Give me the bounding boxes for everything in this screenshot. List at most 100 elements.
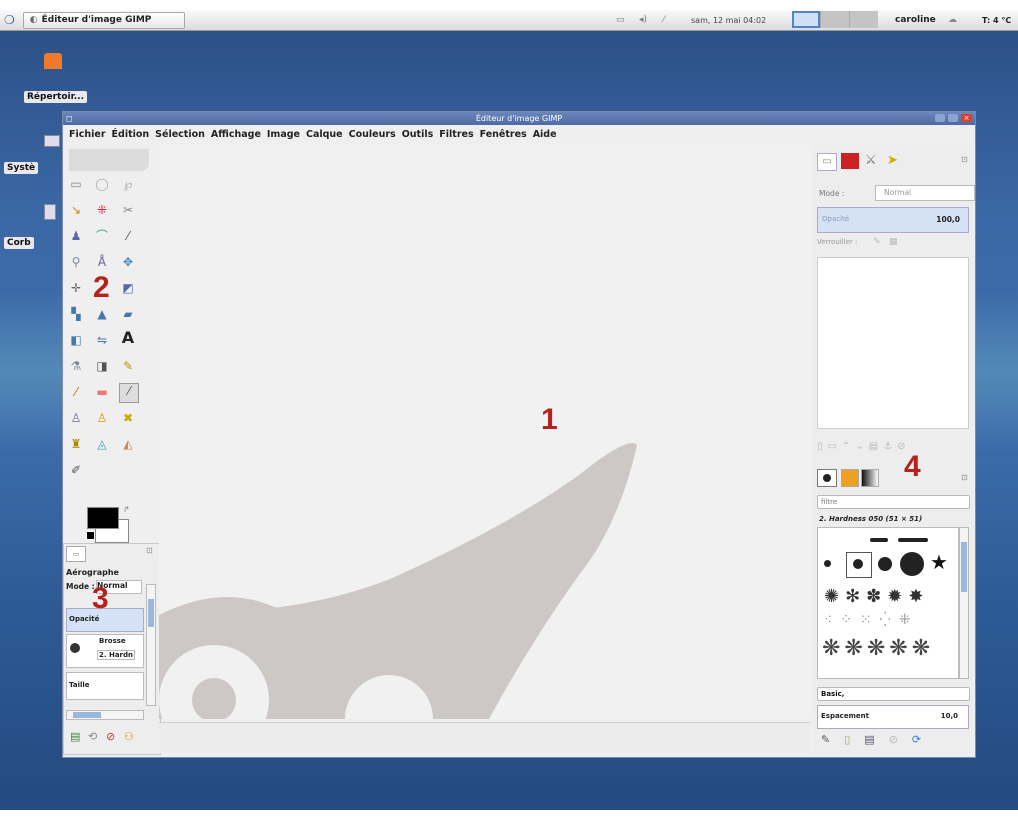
user-name[interactable]: caroline — [895, 15, 936, 25]
tool-ellipse-select[interactable]: ◯ — [95, 177, 109, 191]
lower-layer-icon[interactable]: ⌄ — [855, 441, 868, 452]
network-icon[interactable]: ⁄ — [663, 15, 665, 25]
lock-alpha-icon[interactable]: ▦ — [889, 237, 898, 247]
new-layer-icon[interactable]: ▯ — [817, 441, 828, 452]
paths-tab-icon[interactable]: ⚔ — [865, 153, 877, 168]
tool-perspective[interactable]: ◧ — [69, 333, 83, 347]
workspace-1[interactable] — [792, 11, 820, 28]
brush-item[interactable] — [824, 560, 831, 567]
tool-clone[interactable]: ♙ — [95, 411, 109, 425]
delete-brush-icon[interactable]: ⊘ — [889, 733, 912, 746]
brush-item[interactable] — [900, 552, 924, 576]
edit-brush-icon[interactable]: ✎ — [821, 733, 844, 746]
layers-tab[interactable]: ▭ — [817, 153, 837, 171]
tool-paths[interactable]: ⌒ — [95, 229, 109, 243]
menu-edition[interactable]: Édition — [112, 129, 150, 140]
home-folder-icon[interactable] — [44, 53, 62, 69]
scrollbar-thumb[interactable] — [961, 542, 967, 592]
tool-ink[interactable]: ♙ — [69, 411, 83, 425]
tool-color-picker[interactable]: ⁄ — [121, 229, 135, 243]
tool-dodge-burn[interactable]: ✐ — [69, 463, 83, 477]
layer-mode-select[interactable]: Normal — [875, 185, 975, 201]
tool-blur[interactable]: ◬ — [95, 437, 109, 451]
dock-menu-icon[interactable]: ⊡ — [961, 473, 968, 482]
channels-tab-icon[interactable] — [841, 153, 859, 169]
tool-foreground-select[interactable]: ♟ — [69, 229, 83, 243]
scrollbar-thumb[interactable] — [73, 712, 101, 718]
menu-filtres[interactable]: Filtres — [439, 129, 473, 140]
menu-outils[interactable]: Outils — [402, 129, 434, 140]
trash-icon[interactable] — [44, 204, 56, 220]
delete-options-icon[interactable]: ⊘ — [106, 730, 115, 743]
layer-group-icon[interactable]: ▭ — [828, 441, 842, 452]
dock-menu-icon[interactable]: ⊡ — [961, 155, 968, 164]
tool-shear[interactable]: ▰ — [121, 307, 135, 321]
computer-icon[interactable] — [44, 135, 60, 147]
taskbar-gimp-button[interactable]: ◐ Éditeur d'image GIMP — [22, 11, 185, 29]
tool-blend[interactable]: ◨ — [95, 359, 109, 373]
minimize-icon[interactable] — [935, 114, 945, 122]
tool-crop[interactable]: ◩ — [121, 281, 135, 295]
tool-scale[interactable]: ▲ — [95, 307, 109, 321]
gradients-tab-icon[interactable] — [861, 469, 879, 487]
vertical-scrollbar[interactable] — [146, 584, 156, 706]
tool-move[interactable]: ✥ — [121, 255, 135, 269]
tool-color-select[interactable]: ⁜ — [95, 203, 109, 217]
menu-couleurs[interactable]: Couleurs — [349, 129, 396, 140]
workspace-switcher[interactable] — [792, 11, 878, 28]
patterns-tab-icon[interactable] — [841, 469, 859, 487]
tool-free-select[interactable]: ℘ — [121, 177, 135, 191]
tool-fuzzy-select[interactable]: ↘ — [69, 203, 83, 217]
tool-smudge[interactable]: ◭ — [121, 437, 135, 451]
menu-affichage[interactable]: Affichage — [211, 129, 261, 140]
layers-list[interactable] — [817, 257, 969, 429]
duplicate-layer-icon[interactable]: ▤ — [869, 441, 883, 452]
temperature[interactable]: T: 4 °C — [982, 16, 1011, 25]
workspace-2[interactable] — [820, 11, 849, 28]
clock[interactable]: sam, 12 mai 04:02 — [691, 16, 766, 25]
brush-item[interactable] — [853, 559, 863, 569]
reset-options-icon[interactable]: ⚇ — [124, 730, 134, 743]
layer-opacity-field[interactable]: Opacité 100,0 — [817, 207, 969, 233]
restore-options-icon[interactable]: ⟲ — [88, 730, 97, 743]
desktop-icon-label[interactable]: Corb — [4, 237, 34, 249]
menu-fichier[interactable]: Fichier — [69, 129, 106, 140]
scrollbar-thumb[interactable] — [148, 599, 154, 627]
tool-perspective-clone[interactable]: ♜ — [69, 437, 83, 451]
desktop-icon-label[interactable]: Systè — [4, 162, 39, 174]
workspace-3[interactable] — [849, 11, 878, 28]
tool-options-tab[interactable]: ▭ — [66, 546, 86, 562]
tool-align[interactable]: ✛ — [69, 281, 83, 295]
tool-zoom[interactable]: ⚲ — [69, 255, 83, 269]
volume-icon[interactable]: ◂) — [639, 15, 647, 25]
brush-filter-input[interactable]: filtre — [817, 495, 970, 509]
menu-selection[interactable]: Sélection — [155, 129, 205, 140]
brush-item[interactable]: ✺✻✽✹✸ — [824, 586, 929, 607]
brush-selector[interactable]: Brosse 2. Hardn — [66, 634, 144, 668]
refresh-brushes-icon[interactable]: ⟳ — [912, 733, 935, 746]
menu-image[interactable]: Image — [267, 129, 300, 140]
menu-calque[interactable]: Calque — [306, 129, 343, 140]
raise-layer-icon[interactable]: ⌃ — [842, 441, 855, 452]
brushes-tab[interactable] — [817, 469, 837, 487]
tool-eraser[interactable]: ▬ — [95, 385, 109, 399]
swap-colors-icon[interactable]: ↱ — [123, 505, 130, 514]
tool-pencil[interactable]: ✎ — [121, 359, 135, 373]
desktop-icon-label[interactable]: Répertoir... — [24, 91, 88, 103]
tool-rect-select[interactable]: ▭ — [69, 177, 83, 191]
menu-aide[interactable]: Aide — [533, 129, 557, 140]
window-titlebar[interactable]: ◻ Éditeur d'image GIMP × — [63, 112, 975, 125]
tool-scissors[interactable]: ✂ — [121, 203, 135, 217]
brush-item[interactable]: ★ — [930, 550, 948, 574]
brush-tag-select[interactable]: Basic, — [817, 687, 970, 701]
brush-item[interactable] — [870, 538, 888, 542]
default-colors-icon[interactable] — [86, 531, 95, 540]
anchor-layer-icon[interactable]: ⚓ — [883, 441, 897, 452]
panel-menu-icon[interactable]: ⊡ — [146, 546, 153, 555]
brush-grid[interactable]: ★ ✺✻✽✹✸ ⁖⁘⁙⁛⁜ ❋❋❋❋❋ — [817, 527, 959, 679]
menu-fenetres[interactable]: Fenêtres — [480, 129, 527, 140]
tool-paintbrush[interactable]: ⁄ — [69, 385, 83, 399]
brush-grid-scrollbar[interactable] — [959, 527, 969, 679]
lock-pixels-icon[interactable]: ✎ — [873, 237, 881, 247]
brush-item[interactable] — [878, 557, 892, 571]
